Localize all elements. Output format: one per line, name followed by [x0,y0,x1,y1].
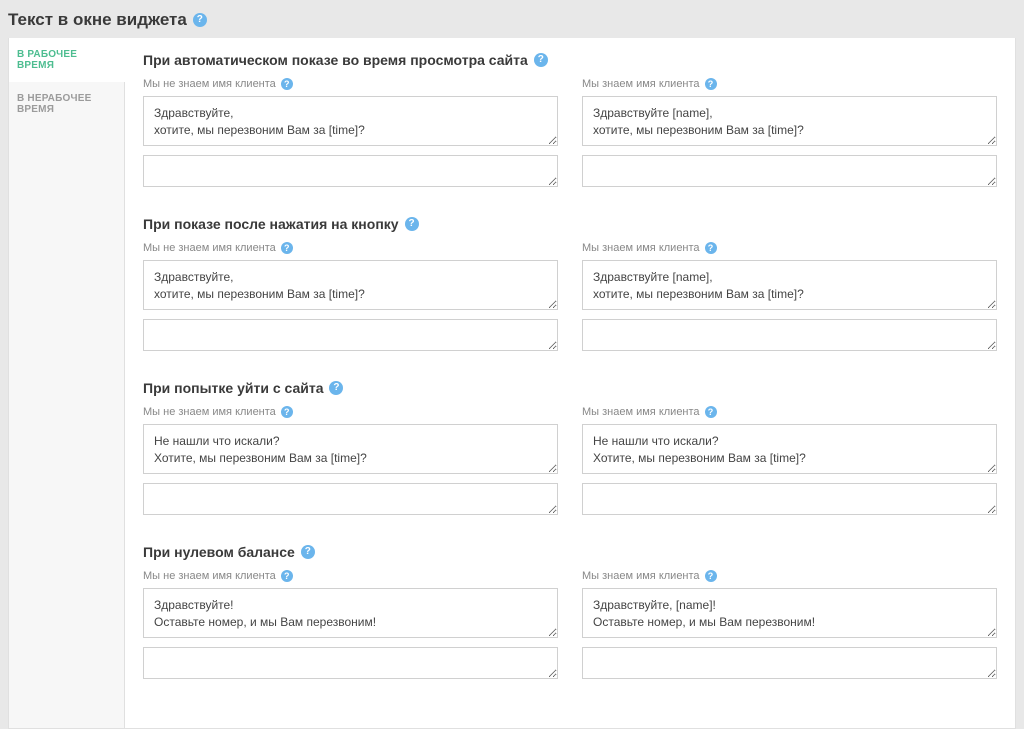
field-label-known: Мы знаем имя клиента ? [582,242,997,254]
group-zero-balance: При нулевом балансе ? Мы не знаем имя кл… [143,544,997,688]
col-known: Мы знаем имя клиента ? [582,406,997,524]
col-known: Мы знаем имя клиента ? [582,570,997,688]
field-label-unknown: Мы не знаем имя клиента ? [143,242,558,254]
field-label-known: Мы знаем имя клиента ? [582,406,997,418]
field-label-known: Мы знаем имя клиента ? [582,570,997,582]
field-label-text: Мы не знаем имя клиента [143,78,276,90]
exit-intent-unknown-sub-input[interactable] [143,483,558,515]
help-icon[interactable]: ? [193,13,207,27]
zero-balance-known-main-input[interactable] [582,588,997,638]
tab-work-hours[interactable]: В РАБОЧЕЕ ВРЕМЯ [9,38,125,82]
col-unknown: Мы не знаем имя клиента ? [143,570,558,688]
help-icon[interactable]: ? [301,545,315,559]
col-known: Мы знаем имя клиента ? [582,242,997,360]
field-label-text: Мы не знаем имя клиента [143,242,276,254]
field-label-text: Мы знаем имя клиента [582,570,700,582]
col-unknown: Мы не знаем имя клиента ? [143,242,558,360]
help-icon[interactable]: ? [281,406,293,418]
after-click-known-main-input[interactable] [582,260,997,310]
group-title: При показе после нажатия на кнопку ? [143,216,997,232]
help-icon[interactable]: ? [705,78,717,90]
group-title: При нулевом балансе ? [143,544,997,560]
field-label-text: Мы знаем имя клиента [582,406,700,418]
after-click-unknown-sub-input[interactable] [143,319,558,351]
exit-intent-known-main-input[interactable] [582,424,997,474]
group-auto-view: При автоматическом показе во время просм… [143,52,997,196]
widget-text-panel: В РАБОЧЕЕ ВРЕМЯ В НЕРАБОЧЕЕ ВРЕМЯ При ав… [8,38,1016,729]
field-label-known: Мы знаем имя клиента ? [582,78,997,90]
help-icon[interactable]: ? [281,78,293,90]
zero-balance-unknown-sub-input[interactable] [143,647,558,679]
field-label-text: Мы не знаем имя клиента [143,406,276,418]
field-label-unknown: Мы не знаем имя клиента ? [143,78,558,90]
group-exit-intent: При попытке уйти с сайта ? Мы не знаем и… [143,380,997,524]
group-title-text: При попытке уйти с сайта [143,380,323,396]
exit-intent-unknown-main-input[interactable] [143,424,558,474]
auto-view-known-sub-input[interactable] [582,155,997,187]
help-icon[interactable]: ? [705,570,717,582]
col-known: Мы знаем имя клиента ? [582,78,997,196]
col-unknown: Мы не знаем имя клиента ? [143,406,558,524]
group-title: При автоматическом показе во время просм… [143,52,997,68]
section-title-text: Текст в окне виджета [8,10,187,30]
help-icon[interactable]: ? [705,242,717,254]
auto-view-unknown-main-input[interactable] [143,96,558,146]
help-icon[interactable]: ? [534,53,548,67]
help-icon[interactable]: ? [281,242,293,254]
auto-view-known-main-input[interactable] [582,96,997,146]
exit-intent-known-sub-input[interactable] [582,483,997,515]
zero-balance-known-sub-input[interactable] [582,647,997,679]
zero-balance-unknown-main-input[interactable] [143,588,558,638]
group-after-click: При показе после нажатия на кнопку ? Мы … [143,216,997,360]
after-click-unknown-main-input[interactable] [143,260,558,310]
content-area: При автоматическом показе во время просм… [125,38,1015,728]
auto-view-unknown-sub-input[interactable] [143,155,558,187]
field-label-unknown: Мы не знаем имя клиента ? [143,570,558,582]
group-title-text: При показе после нажатия на кнопку [143,216,399,232]
field-label-text: Мы знаем имя клиента [582,78,700,90]
section-title: Текст в окне виджета ? [8,0,1016,38]
field-label-text: Мы знаем имя клиента [582,242,700,254]
after-click-known-sub-input[interactable] [582,319,997,351]
tabs-sidebar: В РАБОЧЕЕ ВРЕМЯ В НЕРАБОЧЕЕ ВРЕМЯ [9,38,125,728]
help-icon[interactable]: ? [329,381,343,395]
field-label-unknown: Мы не знаем имя клиента ? [143,406,558,418]
col-unknown: Мы не знаем имя клиента ? [143,78,558,196]
help-icon[interactable]: ? [405,217,419,231]
group-title-text: При автоматическом показе во время просм… [143,52,528,68]
field-label-text: Мы не знаем имя клиента [143,570,276,582]
help-icon[interactable]: ? [281,570,293,582]
tab-nonwork-hours[interactable]: В НЕРАБОЧЕЕ ВРЕМЯ [9,82,124,126]
help-icon[interactable]: ? [705,406,717,418]
group-title: При попытке уйти с сайта ? [143,380,997,396]
group-title-text: При нулевом балансе [143,544,295,560]
